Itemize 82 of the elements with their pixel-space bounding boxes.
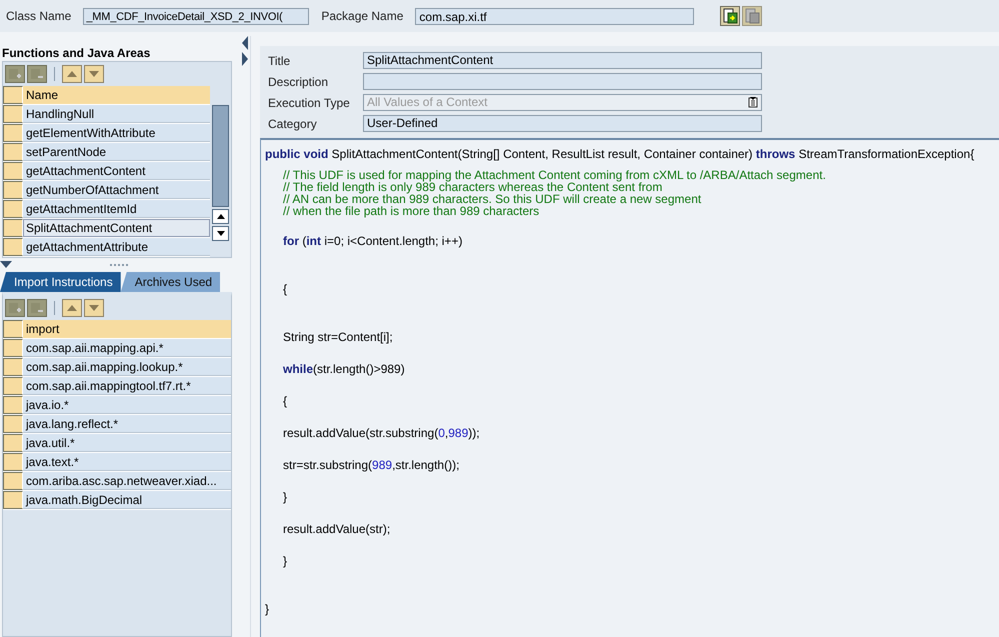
row-selector[interactable] [3, 200, 23, 218]
text-field[interactable]: SplitAttachmentContent [363, 52, 762, 69]
table-cell: java.math.BigDecimal [23, 491, 231, 509]
table-cell: java.lang.reflect.* [23, 415, 231, 433]
row-selector[interactable] [3, 339, 23, 357]
row-selector[interactable] [3, 124, 23, 142]
function-item[interactable]: HandlingNull [23, 105, 210, 123]
text-field[interactable] [363, 73, 762, 90]
remove-row-icon[interactable] [27, 65, 47, 83]
package-name-label: Package Name [321, 9, 404, 23]
code-comment: // AN can be more than 989 characters. So this UDF will create a new segment [282, 193, 702, 205]
row-selector[interactable] [3, 415, 23, 433]
code-line: result.addValue(str.substring(0,989)); [282, 425, 480, 441]
code-comment: // The field length is only 989 characters whereas the Content sent from [282, 181, 662, 193]
remove-row-icon[interactable] [27, 299, 47, 317]
table-cell: com.sap.aii.mappingtool.tf7.rt.* [23, 377, 231, 395]
table-cell: com.ariba.asc.sap.netweaver.xiad... [23, 472, 231, 490]
function-item[interactable]: getAttachmentAttribute [23, 238, 210, 256]
function-item[interactable]: getNumberOfAttachment [23, 181, 210, 199]
code-line: { [282, 281, 288, 297]
package-name-field[interactable]: com.sap.xi.tf [415, 8, 694, 24]
tab[interactable]: Import Instructions [0, 272, 121, 292]
tab[interactable]: Archives Used [120, 272, 220, 292]
move-down-icon[interactable] [84, 65, 104, 83]
import-icon[interactable] [742, 6, 762, 26]
code-line: } [282, 489, 288, 505]
code-line: { [282, 393, 288, 409]
export-icon[interactable] [720, 6, 740, 26]
code-line: public void SplitAttachmentContent(String[] Content, ResultList result, Container container) throws StreamTransformationException{ [265, 146, 974, 162]
table-cell: java.util.* [23, 434, 231, 452]
class-name-label: Class Name [6, 9, 72, 23]
table-cell: java.text.* [23, 453, 231, 471]
property-label: Category [268, 116, 318, 130]
row-selector[interactable] [3, 377, 23, 395]
scroll-up-icon[interactable] [216, 214, 224, 219]
property-label: Title [268, 54, 292, 68]
property-label: Execution Type [268, 96, 351, 110]
row-selector[interactable] [3, 219, 23, 237]
code-line: for (int i=0; i<Content.length; i++) [282, 233, 462, 249]
table-cell: com.sap.aii.mapping.api.* [23, 339, 231, 357]
code-line: while(str.length()>989) [282, 361, 405, 377]
code-comment: // when the file path is more than 989 characters [282, 205, 540, 217]
table-cell: com.sap.aii.mapping.lookup.* [23, 358, 231, 376]
function-item[interactable]: getAttachmentContent [23, 162, 210, 180]
row-selector[interactable] [3, 238, 23, 256]
table-cell: java.io.* [23, 396, 231, 414]
scroll-down-icon[interactable] [216, 231, 224, 236]
section-title: Functions and Java Areas [1, 45, 152, 61]
row-selector[interactable] [3, 491, 23, 509]
row-selector[interactable] [3, 358, 23, 376]
row-selector[interactable] [3, 86, 23, 104]
move-up-icon[interactable] [62, 65, 82, 83]
function-item[interactable]: setParentNode [23, 143, 210, 161]
row-selector[interactable] [3, 396, 23, 414]
column-header: import [23, 320, 231, 338]
row-selector[interactable] [3, 181, 23, 199]
function-item[interactable]: getAttachmentItemId [23, 200, 210, 218]
row-selector[interactable] [3, 320, 23, 338]
code-line: String str=Content[i]; [282, 329, 393, 345]
code-line: } [282, 553, 288, 569]
add-row-icon[interactable] [5, 65, 25, 83]
text-field[interactable]: User-Defined [363, 115, 762, 132]
row-selector[interactable] [3, 434, 23, 452]
column-header: Name [23, 86, 210, 104]
row-selector[interactable] [3, 453, 23, 471]
splitter-arrows-icon[interactable] [242, 36, 248, 66]
code-editor[interactable] [260, 138, 999, 637]
row-selector[interactable] [3, 105, 23, 123]
move-down-icon[interactable] [84, 299, 104, 317]
code-line: } [265, 601, 270, 617]
row-selector[interactable] [3, 143, 23, 161]
function-item[interactable]: SplitAttachmentContent [23, 219, 210, 237]
row-selector[interactable] [3, 472, 23, 490]
code-comment: // This UDF is used for mapping the Attachment Content coming from cXML to /ARBA/Attach segment. [282, 169, 826, 181]
move-up-icon[interactable] [62, 299, 82, 317]
code-line: result.addValue(str); [282, 521, 390, 537]
code-line: str=str.substring(989,str.length()); [282, 457, 460, 473]
class-name-field[interactable]: _MM_CDF_InvoiceDetail_XSD_2_INVOI( [83, 8, 310, 24]
row-selector[interactable] [3, 162, 23, 180]
function-item[interactable]: getElementWithAttribute [23, 124, 210, 142]
property-label: Description [268, 74, 330, 88]
add-row-icon[interactable] [5, 299, 25, 317]
